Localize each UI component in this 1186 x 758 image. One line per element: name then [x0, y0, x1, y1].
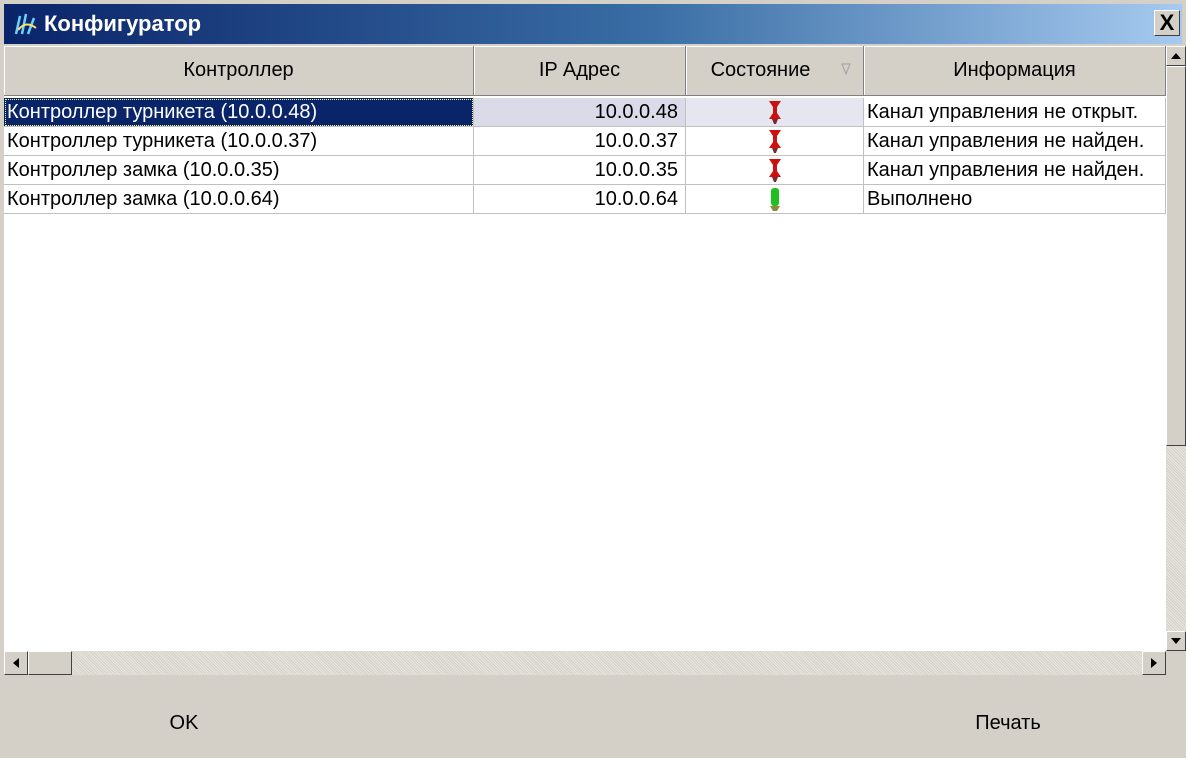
app-icon	[14, 13, 37, 35]
scroll-right-button[interactable]	[1142, 651, 1166, 675]
ip-cell[interactable]: 10.0.0.37	[474, 127, 686, 156]
vertical-scroll-thumb[interactable]	[1166, 66, 1186, 446]
sort-icon	[841, 63, 851, 76]
status-cell[interactable]	[686, 98, 864, 127]
scroll-up-button[interactable]	[1166, 46, 1186, 66]
close-button[interactable]: X	[1154, 10, 1180, 36]
controllers-table[interactable]: Контроллер IP Адрес Состояние Информация…	[4, 46, 1166, 651]
column-header-ip[interactable]: IP Адрес	[474, 46, 686, 96]
info-cell[interactable]: Канал управления не открыт.	[864, 98, 1166, 127]
info-cell[interactable]: Канал управления не найден.	[864, 156, 1166, 185]
ip-cell[interactable]: 10.0.0.35	[474, 156, 686, 185]
table-row[interactable]: Контроллер турникета (10.0.0.48) 10.0.0.4…	[4, 98, 1166, 127]
controller-cell[interactable]: Контроллер турникета (10.0.0.48)	[4, 98, 474, 127]
red-pin-icon	[768, 130, 781, 153]
controller-cell[interactable]: Контроллер замка (10.0.0.64)	[4, 185, 474, 214]
table-header: Контроллер IP Адрес Состояние Информация	[4, 46, 1166, 98]
ok-button[interactable]: OK	[4, 694, 364, 752]
arrow-up-icon	[1171, 53, 1181, 59]
arrow-left-icon	[13, 658, 19, 668]
status-cell[interactable]	[686, 127, 864, 156]
horizontal-scrollbar[interactable]	[4, 651, 1166, 675]
column-header-status[interactable]: Состояние	[686, 46, 864, 96]
green-pin-icon	[769, 188, 780, 211]
close-icon: X	[1159, 10, 1175, 35]
info-cell[interactable]: Канал управления не найден.	[864, 127, 1166, 156]
ip-cell[interactable]: 10.0.0.64	[474, 185, 686, 214]
horizontal-scroll-thumb[interactable]	[28, 651, 72, 675]
column-header-controller[interactable]: Контроллер	[4, 46, 474, 96]
vertical-scrollbar[interactable]	[1166, 46, 1186, 651]
info-cell[interactable]: Выполнено	[864, 185, 1166, 214]
status-cell[interactable]	[686, 185, 864, 214]
scroll-left-button[interactable]	[4, 651, 28, 675]
configurator-window: Конфигуратор X Контроллер IP Адрес Состо…	[0, 0, 1186, 758]
ip-cell[interactable]: 10.0.0.48	[474, 98, 686, 127]
column-header-info[interactable]: Информация	[864, 46, 1166, 96]
table-row[interactable]: Контроллер турникета (10.0.0.37) 10.0.0.3…	[4, 127, 1166, 156]
status-cell[interactable]	[686, 156, 864, 185]
arrow-right-icon	[1151, 658, 1157, 668]
controller-cell[interactable]: Контроллер замка (10.0.0.35)	[4, 156, 474, 185]
column-header-status-label: Состояние	[710, 59, 811, 81]
print-button[interactable]: Печать	[830, 694, 1186, 752]
table-row[interactable]: Контроллер замка (10.0.0.35) 10.0.0.35 Кан…	[4, 156, 1166, 185]
window-title: Конфигуратор	[44, 11, 202, 36]
table-row[interactable]: Контроллер замка (10.0.0.64) 10.0.0.64 Вып…	[4, 185, 1166, 214]
arrow-down-icon	[1171, 638, 1181, 644]
scrollbar-corner	[1166, 651, 1186, 675]
controller-cell[interactable]: Контроллер турникета (10.0.0.37)	[4, 127, 474, 156]
scroll-down-button[interactable]	[1166, 631, 1186, 651]
red-pin-icon	[768, 159, 781, 182]
red-pin-icon	[768, 101, 781, 124]
title-bar[interactable]: Конфигуратор X	[4, 4, 1182, 44]
